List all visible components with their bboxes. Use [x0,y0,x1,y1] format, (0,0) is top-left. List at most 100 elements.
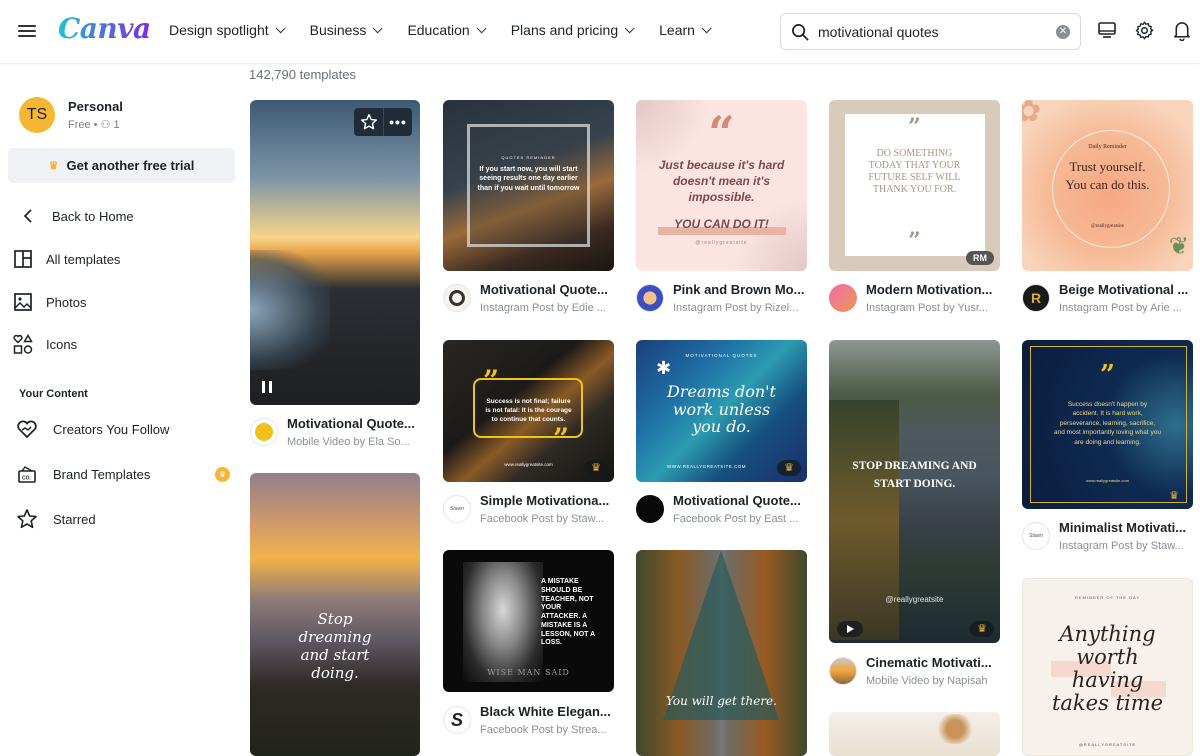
nav-education[interactable]: Education [407,22,487,38]
chevron-down-icon [701,22,712,33]
template-meta[interactable]: R Beige Motivational ... Instagram Post b… [1022,282,1194,314]
nav-label: Design spotlight [169,22,269,38]
template-meta[interactable]: Pink and Brown Mo... Instagram Post by Ri… [636,282,805,314]
star-icon[interactable] [354,108,383,136]
template-meta[interactable]: Stawn Minimalist Motivati... Instagram Po… [1022,520,1194,552]
chevron-down-icon [373,22,384,33]
template-meta[interactable]: Motivational Quote... Facebook Post by Ea… [636,493,805,525]
template-card[interactable]: Stop dreaming and start doing. [250,473,420,756]
chevron-left-icon [23,209,32,223]
template-meta[interactable]: Motivational Quote... Mobile Video by Ela… [250,416,419,448]
premium-crown-icon: ♛ [777,460,801,476]
desktop-icon[interactable] [1097,20,1117,40]
sidebar-item-creators[interactable]: Creators You Follow [16,415,236,443]
template-subtitle: Instagram Post by Yusr... [866,302,989,314]
sidebar-item-all-templates[interactable]: All templates [12,245,232,273]
free-trial-button[interactable]: ♛ Get another free trial [8,148,235,183]
template-card[interactable]: ••• [250,100,420,405]
template-meta[interactable]: Cinematic Motivati... Mobile Video by Nap… [829,655,998,687]
search-icon [792,24,809,41]
sidebar-label: Creators You Follow [53,421,170,437]
template-card[interactable]: You will get there. [636,550,807,756]
sidebar-label: Icons [46,336,78,352]
chevron-down-icon [476,22,487,33]
nav-learn[interactable]: Learn [659,22,712,38]
top-bar: Canva Design spotlight Business Educatio… [0,0,1200,64]
template-title: Cinematic Motivati... [866,655,992,670]
creator-avatar [636,495,664,523]
nav-label: Business [309,22,367,38]
nav-plans-pricing[interactable]: Plans and pricing [511,22,635,38]
template-card[interactable]: ” Success doesn't happen by accident. It… [1022,340,1193,509]
sidebar-label: Photos [46,294,87,310]
back-label: Back to Home [52,208,134,224]
template-subtitle: Mobile Video by Napisah [866,675,988,687]
template-card[interactable]: ” ” Success is not final; failure is not… [443,340,614,482]
crown-icon: ♛ [48,160,59,172]
thumb-quote: Dreams don't work unless you do. [667,382,776,437]
more-options-icon[interactable]: ••• [383,108,412,136]
template-card[interactable]: A MISTAKE SHOULD BE TEACHER, NOT YOUR AT… [443,550,614,692]
sidebar-label: All templates [46,251,121,267]
search-input[interactable] [818,22,1048,42]
creator-avatar: Stawn [443,495,471,523]
thumb-quote: You will get there. [666,694,777,708]
creator-avatar [250,418,278,446]
thumb-header: QUOTES REMINDER [501,155,556,160]
template-subtitle: Instagram Post by Rizel... [673,302,799,314]
template-title: Simple Motivationa... [480,493,610,508]
template-title: Motivational Quote... [673,493,801,508]
sidebar-label: Brand Templates [53,466,151,482]
thumb-quote: If you start now, you will start seeing … [477,166,580,192]
bell-icon[interactable] [1172,20,1192,41]
pause-icon[interactable] [262,381,272,393]
thumb-quote: A MISTAKE SHOULD BE TEACHER, NOT YOUR AT… [541,578,595,647]
sidebar-label: Starred [53,511,96,527]
creator-avatar [829,284,857,312]
template-card[interactable]: QUOTES REMINDER If you start now, you wi… [443,100,614,271]
premium-crown-icon: ♛ [970,621,994,637]
canva-logo[interactable]: Canva [58,12,151,45]
sparkle-icon: ✱ [656,358,672,378]
template-meta[interactable]: Modern Motivation... Instagram Post by Yu… [829,282,998,314]
dried-flowers-decoration [930,714,980,744]
template-meta[interactable]: Motivational Quote... Instagram Post by E… [443,282,612,314]
template-card[interactable]: ✿ ❦ Daily Reminder Trust yourself. You c… [1022,100,1193,271]
card-actions: ••• [354,108,412,136]
clear-search-icon[interactable]: ✕ [1056,25,1070,39]
nav-design-spotlight[interactable]: Design spotlight [169,22,286,38]
thumb-quote: Just because it's hard doesn't mean it's… [658,158,785,205]
template-subtitle: Instagram Post by Arie ... [1059,302,1182,314]
nav-business[interactable]: Business [309,22,384,38]
thumb-handle: www.reallygreatsite.com [1085,478,1130,483]
thumb-quote: DO SOMETHING TODAY THAT YOUR FUTURE SELF… [868,148,961,195]
sidebar-item-brand-templates[interactable]: CO. Brand Templates ♛ [16,460,236,488]
account-plan: Free • ⚇ 1 [68,119,120,131]
template-title: Motivational Quote... [480,282,608,297]
thumb-handle: @REALLYGREATSITE [1078,742,1137,747]
menu-icon[interactable] [18,22,36,40]
template-card[interactable]: REMINDER OF THE DAY Anything worth havin… [1022,578,1193,756]
quote-mark-icon: ” [908,114,921,140]
leaf-decoration: ❦ [1168,233,1189,260]
template-card[interactable]: STOP DREAMING AND START DOING. @reallygr… [829,340,1000,643]
sidebar-item-starred[interactable]: Starred [16,505,236,533]
template-card[interactable]: ” DO SOMETHING TODAY THAT YOUR FUTURE SE… [829,100,1000,271]
back-to-home[interactable]: Back to Home [22,202,242,230]
template-card[interactable] [829,712,1000,756]
template-card[interactable]: “ Just because it's hard doesn't mean it… [636,100,807,271]
template-meta[interactable]: Stawn Simple Motivationa... Facebook Post… [443,493,612,525]
gear-icon[interactable] [1134,20,1155,41]
account-switcher[interactable]: TS Personal Free • ⚇ 1 [19,97,123,133]
thumb-handle: @reallygreatsite [695,240,748,246]
template-meta[interactable]: S Black White Elegan... Facebook Post by … [443,704,612,736]
template-subtitle: Facebook Post by Staw... [480,513,605,525]
play-icon[interactable] [837,621,863,637]
template-card[interactable]: MOTIVATIONAL QUOTES ✱ Dreams don't work … [636,340,807,482]
thumb-quote: Success is not final; failure is not fat… [485,398,572,424]
chevron-down-icon [275,22,286,33]
sidebar-item-icons[interactable]: Icons [12,330,232,358]
premium-crown-icon: ♛ [1169,490,1179,502]
sidebar-item-photos[interactable]: Photos [12,288,232,316]
search-box: ✕ [780,13,1081,50]
